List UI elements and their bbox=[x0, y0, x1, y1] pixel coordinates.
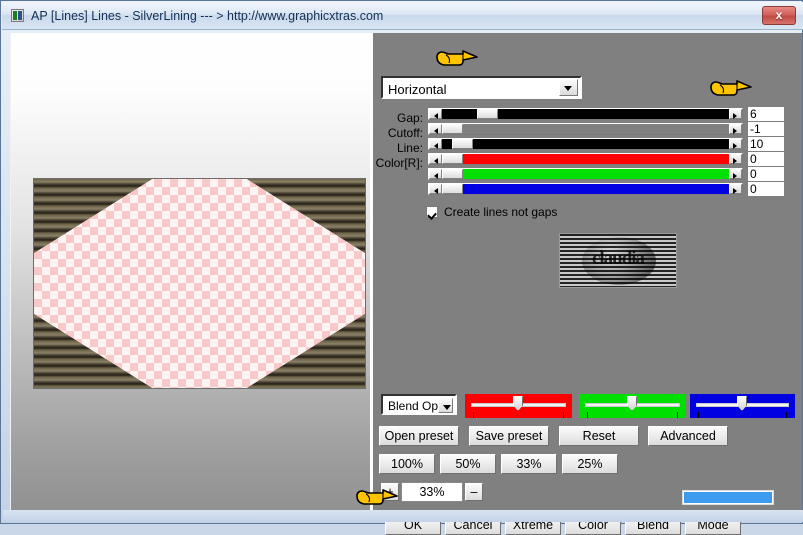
zoom-level-field[interactable]: 33% bbox=[401, 482, 463, 502]
slider-gap-left-arrow[interactable] bbox=[429, 109, 442, 119]
slider-gap-right-arrow[interactable] bbox=[729, 109, 742, 119]
slider-cutoff-thumb[interactable] bbox=[442, 124, 463, 134]
slider-color-r-track[interactable] bbox=[442, 154, 729, 164]
window-title: AP [Lines] Lines - SilverLining --- > ht… bbox=[31, 9, 384, 23]
slider-cutoff-track[interactable] bbox=[442, 124, 729, 134]
line-direction-value: Horizontal bbox=[388, 82, 447, 97]
value-gap[interactable]: 6 bbox=[747, 106, 785, 122]
slider-color-r-right-arrow[interactable] bbox=[729, 154, 742, 164]
zoom-100-button[interactable]: 100% bbox=[379, 454, 435, 474]
value-line[interactable]: 10 bbox=[747, 136, 785, 152]
slider-gap-thumb[interactable] bbox=[477, 109, 498, 119]
value-cutoff[interactable]: -1 bbox=[747, 121, 785, 137]
canvas-preview[interactable] bbox=[33, 178, 366, 389]
slider-cutoff-left-arrow[interactable] bbox=[429, 124, 442, 134]
slider-color-r-left-arrow[interactable] bbox=[429, 154, 442, 164]
slider-line-left-arrow[interactable] bbox=[429, 139, 442, 149]
blend-options-value: Blend Opti bbox=[388, 399, 445, 413]
slider-color-b-left-arrow[interactable] bbox=[429, 184, 442, 194]
trackbar-blue-tick-right bbox=[786, 412, 787, 418]
slider-line-right-arrow[interactable] bbox=[729, 139, 742, 149]
window-bottom-strip bbox=[3, 510, 803, 522]
trackbar-green-tick-right bbox=[677, 412, 678, 418]
slider-label-line: Line: bbox=[396, 141, 423, 155]
slider-color-r[interactable] bbox=[428, 153, 743, 165]
slider-label-gap: Gap: bbox=[396, 111, 423, 125]
save-preset-button[interactable]: Save preset bbox=[469, 426, 549, 446]
trackbar-red[interactable] bbox=[465, 394, 572, 418]
zoom-33-button[interactable]: 33% bbox=[501, 454, 557, 474]
slider-color-r-thumb[interactable] bbox=[442, 154, 463, 164]
line-direction-combo[interactable]: Horizontal bbox=[381, 76, 582, 99]
zoom-25-button[interactable]: 25% bbox=[562, 454, 618, 474]
slider-color-g-right-arrow[interactable] bbox=[729, 169, 742, 179]
slider-line[interactable] bbox=[428, 138, 743, 150]
value-color-g[interactable]: 0 bbox=[747, 166, 785, 182]
effect-thumbnail[interactable]: claudia bbox=[559, 233, 677, 288]
slider-gap[interactable] bbox=[428, 108, 743, 120]
slider-color-g-track[interactable] bbox=[442, 169, 729, 179]
slider-color-b-right-arrow[interactable] bbox=[729, 184, 742, 194]
thumbnail-stripes-overlay bbox=[560, 234, 676, 287]
slider-label-color-r: Color[R]: bbox=[375, 156, 423, 170]
close-button[interactable]: x bbox=[762, 6, 796, 25]
slider-line-thumb[interactable] bbox=[452, 139, 473, 149]
slider-line-track[interactable] bbox=[442, 139, 729, 149]
chevron-down-icon-blend[interactable] bbox=[438, 398, 453, 413]
slider-color-b[interactable] bbox=[428, 183, 743, 195]
open-preset-button[interactable]: Open preset bbox=[379, 426, 459, 446]
preview-pane bbox=[10, 33, 370, 520]
checkbox-create-lines-not-gaps[interactable] bbox=[426, 206, 438, 218]
trackbar-red-tick-right bbox=[563, 412, 564, 418]
trackbar-green[interactable] bbox=[579, 394, 686, 418]
slider-color-b-thumb[interactable] bbox=[442, 184, 463, 194]
slider-cutoff-right-arrow[interactable] bbox=[729, 124, 742, 134]
slider-cutoff[interactable] bbox=[428, 123, 743, 135]
progress-bar bbox=[682, 490, 774, 505]
zoom-out-button[interactable]: – bbox=[465, 483, 483, 501]
zoom-50-button[interactable]: 50% bbox=[440, 454, 496, 474]
trackbar-blue-tick-left bbox=[698, 412, 699, 418]
plugin-dialog-window: AP [Lines] Lines - SilverLining --- > ht… bbox=[0, 0, 803, 535]
trackbar-blue[interactable] bbox=[690, 394, 795, 418]
slider-color-g[interactable] bbox=[428, 168, 743, 180]
value-color-b[interactable]: 0 bbox=[747, 181, 785, 197]
dialog-client-area: Horizontal Gap: 6 Cutoff: -1 Line: 10 Co… bbox=[2, 30, 803, 535]
progress-bar-fill bbox=[684, 492, 772, 503]
slider-color-g-thumb[interactable] bbox=[442, 169, 463, 179]
zoom-in-button[interactable]: + bbox=[381, 483, 399, 501]
reset-button[interactable]: Reset bbox=[559, 426, 639, 446]
slider-color-g-left-arrow[interactable] bbox=[429, 169, 442, 179]
slider-label-cutoff: Cutoff: bbox=[387, 126, 423, 140]
title-bar: AP [Lines] Lines - SilverLining --- > ht… bbox=[2, 2, 803, 30]
chevron-down-icon[interactable] bbox=[559, 79, 578, 96]
blend-options-combo[interactable]: Blend Opti bbox=[381, 394, 457, 415]
plugin-icon bbox=[11, 9, 24, 22]
advanced-button[interactable]: Advanced bbox=[648, 426, 728, 446]
trackbar-green-tick-left bbox=[587, 412, 588, 418]
checkbox-label: Create lines not gaps bbox=[444, 205, 558, 219]
value-color-r[interactable]: 0 bbox=[747, 151, 785, 167]
slider-color-b-track[interactable] bbox=[442, 184, 729, 194]
trackbar-red-tick-left bbox=[473, 412, 474, 418]
